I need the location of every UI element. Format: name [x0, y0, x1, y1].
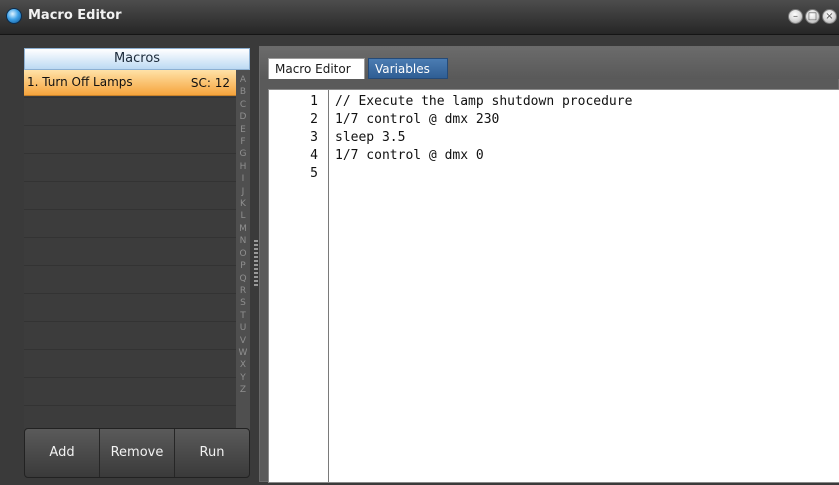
- run-button[interactable]: Run: [175, 429, 249, 477]
- alphabet-letter[interactable]: L: [240, 210, 245, 222]
- title-bar[interactable]: Macro Editor – □ ×: [0, 0, 839, 35]
- alphabet-letter[interactable]: H: [240, 161, 247, 173]
- alphabet-letter[interactable]: J: [242, 186, 245, 198]
- maximize-icon: □: [807, 11, 818, 22]
- minimize-icon: –: [793, 11, 798, 22]
- app-icon: [6, 8, 22, 24]
- alphabet-letter[interactable]: U: [240, 322, 247, 334]
- add-button[interactable]: Add: [25, 429, 100, 477]
- line-number: 2: [310, 112, 318, 127]
- line-number: 5: [310, 166, 318, 181]
- macro-editor-window: Macro Editor – □ × Macros 1. Turn Off La…: [0, 0, 839, 485]
- alphabet-letter[interactable]: A: [240, 74, 246, 86]
- macro-button-bar: Add Remove Run: [24, 428, 250, 478]
- line-number-gutter: 1 2 3 4 5: [269, 90, 329, 482]
- alphabet-letter[interactable]: G: [240, 148, 247, 160]
- code-line[interactable]: 1/7 control @ dmx 230: [335, 112, 499, 127]
- alphabet-letter[interactable]: F: [240, 136, 245, 148]
- alphabet-letter[interactable]: E: [240, 124, 246, 136]
- remove-button[interactable]: Remove: [100, 429, 175, 477]
- tab-macro-editor[interactable]: Macro Editor: [268, 58, 365, 79]
- alphabet-letter[interactable]: P: [240, 260, 245, 272]
- list-item[interactable]: 1. Turn Off Lamps SC: 12: [24, 70, 236, 96]
- alphabet-letter[interactable]: Z: [240, 384, 246, 396]
- macro-list[interactable]: 1. Turn Off Lamps SC: 12: [24, 70, 236, 466]
- alphabet-letter[interactable]: M: [239, 223, 247, 235]
- alphabet-letter[interactable]: W: [239, 347, 248, 359]
- macro-sc: SC: 12: [190, 76, 230, 90]
- alphabet-letter[interactable]: T: [240, 310, 246, 322]
- tab-variables[interactable]: Variables: [368, 58, 448, 79]
- alphabet-index[interactable]: ABCDEFGHIJKLMNOPQRSTUVWXYZ: [236, 70, 250, 466]
- alphabet-letter[interactable]: B: [240, 86, 246, 98]
- alphabet-letter[interactable]: X: [240, 359, 246, 371]
- minimize-button[interactable]: –: [788, 9, 803, 24]
- alphabet-letter[interactable]: N: [240, 235, 247, 247]
- editor-panel: Macro Editor Variables 1 2 3 4 5 // Execute …: [259, 46, 839, 483]
- line-number: 1: [310, 94, 318, 109]
- alphabet-letter[interactable]: I: [242, 173, 245, 185]
- code-line[interactable]: 1/7 control @ dmx 0: [335, 148, 484, 163]
- alphabet-letter[interactable]: C: [240, 99, 246, 111]
- alphabet-letter[interactable]: V: [240, 335, 246, 347]
- alphabet-letter[interactable]: O: [239, 248, 246, 260]
- alphabet-letter[interactable]: Q: [239, 273, 246, 285]
- code-line[interactable]: // Execute the lamp shutdown procedure: [335, 94, 632, 109]
- close-icon: ×: [825, 11, 834, 22]
- macros-header: Macros: [24, 48, 250, 70]
- alphabet-letter[interactable]: Y: [240, 372, 246, 384]
- line-number: 4: [310, 148, 318, 163]
- splitter-handle[interactable]: [254, 240, 258, 288]
- window-title: Macro Editor: [28, 8, 122, 23]
- alphabet-letter[interactable]: K: [240, 198, 246, 210]
- line-number: 3: [310, 130, 318, 145]
- maximize-button[interactable]: □: [805, 9, 820, 24]
- alphabet-letter[interactable]: D: [240, 111, 247, 123]
- code-line[interactable]: sleep 3.5: [335, 130, 405, 145]
- close-button[interactable]: ×: [822, 9, 837, 24]
- alphabet-letter[interactable]: R: [240, 285, 246, 297]
- alphabet-letter[interactable]: S: [240, 297, 246, 309]
- macro-name: 1. Turn Off Lamps: [27, 75, 133, 89]
- macros-panel: Macros 1. Turn Off Lamps SC: 12 ABCDEFGH…: [20, 48, 250, 482]
- tab-bar: Macro Editor Variables: [260, 47, 839, 79]
- code-editor[interactable]: 1 2 3 4 5 // Execute the lamp shutdown proce…: [268, 89, 839, 483]
